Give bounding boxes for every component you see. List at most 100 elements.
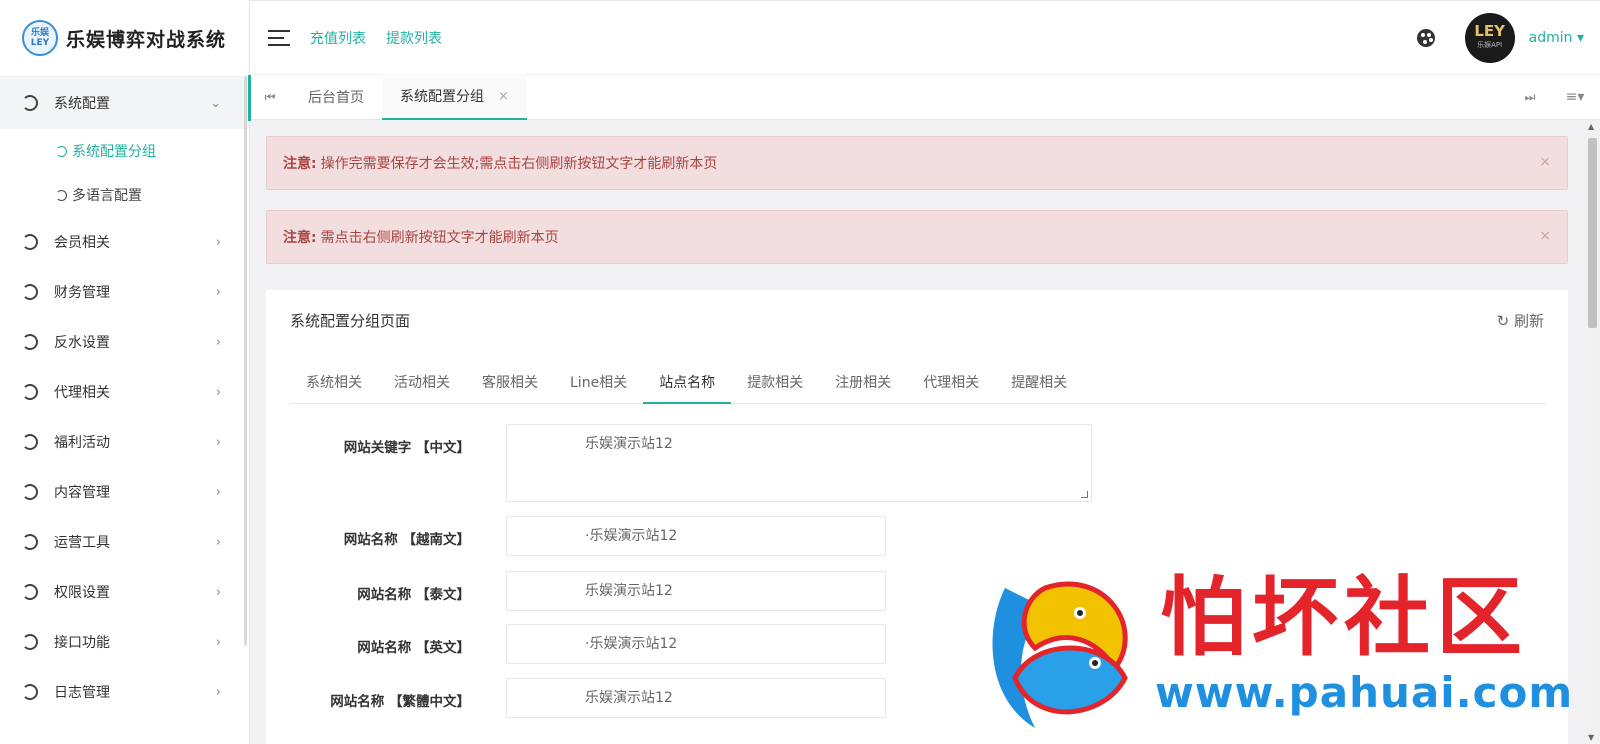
scroll-down-icon[interactable]: ▼ bbox=[1588, 733, 1594, 742]
hamburger-menu-icon[interactable] bbox=[268, 29, 290, 46]
recharge-list-link[interactable]: 充值列表 bbox=[310, 28, 366, 48]
site-name-vi-input[interactable]: ·乐娱演示站12 bbox=[506, 516, 886, 556]
refresh-button[interactable]: ↻ 刷新 bbox=[1497, 310, 1544, 331]
circle-icon bbox=[22, 684, 38, 700]
circle-icon bbox=[22, 584, 38, 600]
subtab-line[interactable]: Line相关 bbox=[554, 364, 643, 404]
sidebar-item-label: 运营工具 bbox=[54, 535, 110, 551]
scroll-up-icon[interactable]: ▲ bbox=[1588, 122, 1594, 131]
alert-text: 需点击右侧刷新按钮文字才能刷新本页 bbox=[320, 230, 559, 246]
close-icon[interactable]: × bbox=[1539, 154, 1551, 170]
alert-prefix: 注意: bbox=[283, 230, 317, 246]
scrollbar-thumb[interactable] bbox=[1588, 138, 1597, 328]
avatar-subtext: 乐娱API bbox=[1477, 40, 1503, 49]
sidebar-item-members[interactable]: 会员相关 › bbox=[0, 217, 249, 267]
sidebar-item-label: 接口功能 bbox=[54, 635, 110, 651]
sidebar-item-content[interactable]: 内容管理 › bbox=[0, 467, 249, 517]
top-header: 充值列表 提款列表 LEY 乐娱API admin ▾ bbox=[250, 0, 1600, 74]
watermark-url: www.pahuai.com bbox=[1155, 668, 1574, 717]
tab-menu-icon[interactable]: ≡▾ bbox=[1550, 89, 1600, 105]
alert-prefix: 注意: bbox=[283, 156, 317, 172]
chevron-right-icon: › bbox=[215, 284, 221, 300]
site-name-zh-tw-input[interactable]: 乐娱演示站12 bbox=[506, 678, 886, 718]
sidebar-item-agent[interactable]: 代理相关 › bbox=[0, 367, 249, 417]
page-title: 系统配置分组页面 bbox=[290, 312, 411, 330]
logo[interactable]: 乐娱 LEY 乐娱博弈对战系统 bbox=[0, 0, 249, 77]
field-label: 网站名称 【泰文】 bbox=[357, 587, 470, 603]
sidebar-item-promotions[interactable]: 福利活动 › bbox=[0, 417, 249, 467]
sidebar-scrollbar[interactable] bbox=[244, 76, 247, 646]
tab-home[interactable]: 后台首页 bbox=[290, 74, 382, 120]
page-scrollbar[interactable]: ▲ ▼ bbox=[1585, 120, 1600, 744]
sidebar-item-operations[interactable]: 运营工具 › bbox=[0, 517, 249, 567]
sidebar-item-label: 日志管理 bbox=[54, 685, 110, 701]
sidebar-item-permissions[interactable]: 权限设置 › bbox=[0, 567, 249, 617]
chevron-right-icon: › bbox=[215, 384, 221, 400]
site-name-th-input[interactable]: 乐娱演示站12 bbox=[506, 571, 886, 611]
avatar-text: LEY bbox=[1474, 21, 1505, 40]
subtab-register[interactable]: 注册相关 bbox=[819, 364, 907, 404]
field-label: 网站名称 【英文】 bbox=[357, 640, 470, 656]
config-subtabs: 系统相关 活动相关 客服相关 Line相关 站点名称 提款相关 注册相关 代理相… bbox=[290, 364, 1546, 404]
subtab-agent[interactable]: 代理相关 bbox=[907, 364, 995, 404]
tab-strip: ⏮ 后台首页 系统配置分组 × ⏭ ≡▾ bbox=[248, 74, 1600, 121]
tab-label: 系统配置分组 bbox=[400, 89, 484, 105]
sidebar-subitem-language-config[interactable]: 多语言配置 bbox=[0, 173, 249, 217]
close-icon[interactable]: × bbox=[1539, 228, 1551, 244]
sidebar-item-finance[interactable]: 财务管理 › bbox=[0, 267, 249, 317]
close-icon[interactable]: × bbox=[498, 89, 509, 104]
keywords-cn-textarea[interactable]: 乐娱演示站12 bbox=[506, 424, 1092, 502]
sidebar-item-rebate[interactable]: 反水设置 › bbox=[0, 317, 249, 367]
circle-icon bbox=[22, 434, 38, 450]
sidebar-item-logs[interactable]: 日志管理 › bbox=[0, 667, 249, 717]
circle-icon bbox=[22, 234, 38, 250]
circle-icon bbox=[56, 145, 67, 157]
alert-notice: 注意: 需点击右侧刷新按钮文字才能刷新本页 × bbox=[266, 210, 1568, 264]
chevron-right-icon: › bbox=[215, 584, 221, 600]
sidebar-subitem-label: 多语言配置 bbox=[72, 188, 142, 204]
circle-icon bbox=[22, 95, 38, 111]
subtab-service[interactable]: 客服相关 bbox=[466, 364, 554, 404]
tab-strip-accent bbox=[248, 75, 251, 121]
palette-icon[interactable] bbox=[1416, 28, 1435, 47]
site-name-en-input[interactable]: ·乐娱演示站12 bbox=[506, 624, 886, 664]
form-row: 网站关键字 【中文】 乐娱演示站12 bbox=[290, 424, 1190, 502]
tab-label: 后台首页 bbox=[308, 90, 364, 106]
circle-icon bbox=[22, 384, 38, 400]
subtab-site-name[interactable]: 站点名称 bbox=[643, 364, 732, 404]
circle-icon bbox=[22, 484, 38, 500]
sidebar-item-label: 福利活动 bbox=[54, 435, 110, 451]
chevron-right-icon: › bbox=[215, 234, 221, 250]
form-row: 网站名称 【越南文】 ·乐娱演示站12 bbox=[290, 516, 1190, 556]
field-label: 网站名称 【繁體中文】 bbox=[330, 694, 470, 710]
chevron-right-icon: › bbox=[215, 534, 221, 550]
tab-config-group[interactable]: 系统配置分组 × bbox=[382, 74, 527, 120]
logo-badge-icon: 乐娱 LEY bbox=[22, 20, 58, 56]
sidebar: 乐娱 LEY 乐娱博弈对战系统 系统配置 ⌄ 系统配置分组 多语言配置 会员相关… bbox=[0, 0, 250, 744]
sidebar-item-label: 内容管理 bbox=[54, 485, 110, 501]
subtab-system[interactable]: 系统相关 bbox=[290, 364, 378, 404]
watermark-title: 怕坏社区 bbox=[1160, 568, 1528, 668]
chevron-right-icon: › bbox=[215, 634, 221, 650]
sidebar-item-system-config[interactable]: 系统配置 ⌄ bbox=[0, 77, 249, 129]
app-title: 乐娱博弈对战系统 bbox=[66, 28, 227, 51]
alert-notice: 注意: 操作完需要保存才会生效;需点击右侧刷新按钮文字才能刷新本页 × bbox=[266, 136, 1568, 190]
user-menu[interactable]: admin ▾ bbox=[1529, 30, 1584, 46]
avatar[interactable]: LEY 乐娱API bbox=[1464, 12, 1515, 63]
sidebar-item-api[interactable]: 接口功能 › bbox=[0, 617, 249, 667]
sidebar-menu: 系统配置 ⌄ 系统配置分组 多语言配置 会员相关 › 财务管理 › 反水设置 › 代理… bbox=[0, 77, 249, 717]
tab-next-icon[interactable]: ⏭ bbox=[1510, 90, 1550, 105]
withdraw-list-link[interactable]: 提款列表 bbox=[386, 28, 442, 48]
sidebar-subitem-config-group[interactable]: 系统配置分组 bbox=[0, 129, 249, 173]
sidebar-item-label: 权限设置 bbox=[54, 585, 110, 601]
subtab-activity[interactable]: 活动相关 bbox=[378, 364, 466, 404]
subtab-reminder[interactable]: 提醒相关 bbox=[995, 364, 1083, 404]
sidebar-subitem-label: 系统配置分组 bbox=[72, 144, 156, 160]
circle-icon bbox=[22, 534, 38, 550]
subtab-withdraw[interactable]: 提款相关 bbox=[731, 364, 819, 404]
chevron-right-icon: › bbox=[215, 684, 221, 700]
tab-prev-icon[interactable]: ⏮ bbox=[250, 90, 290, 105]
chevron-right-icon: › bbox=[215, 484, 221, 500]
fish-logo-icon bbox=[992, 581, 1128, 728]
chevron-right-icon: › bbox=[215, 334, 221, 350]
